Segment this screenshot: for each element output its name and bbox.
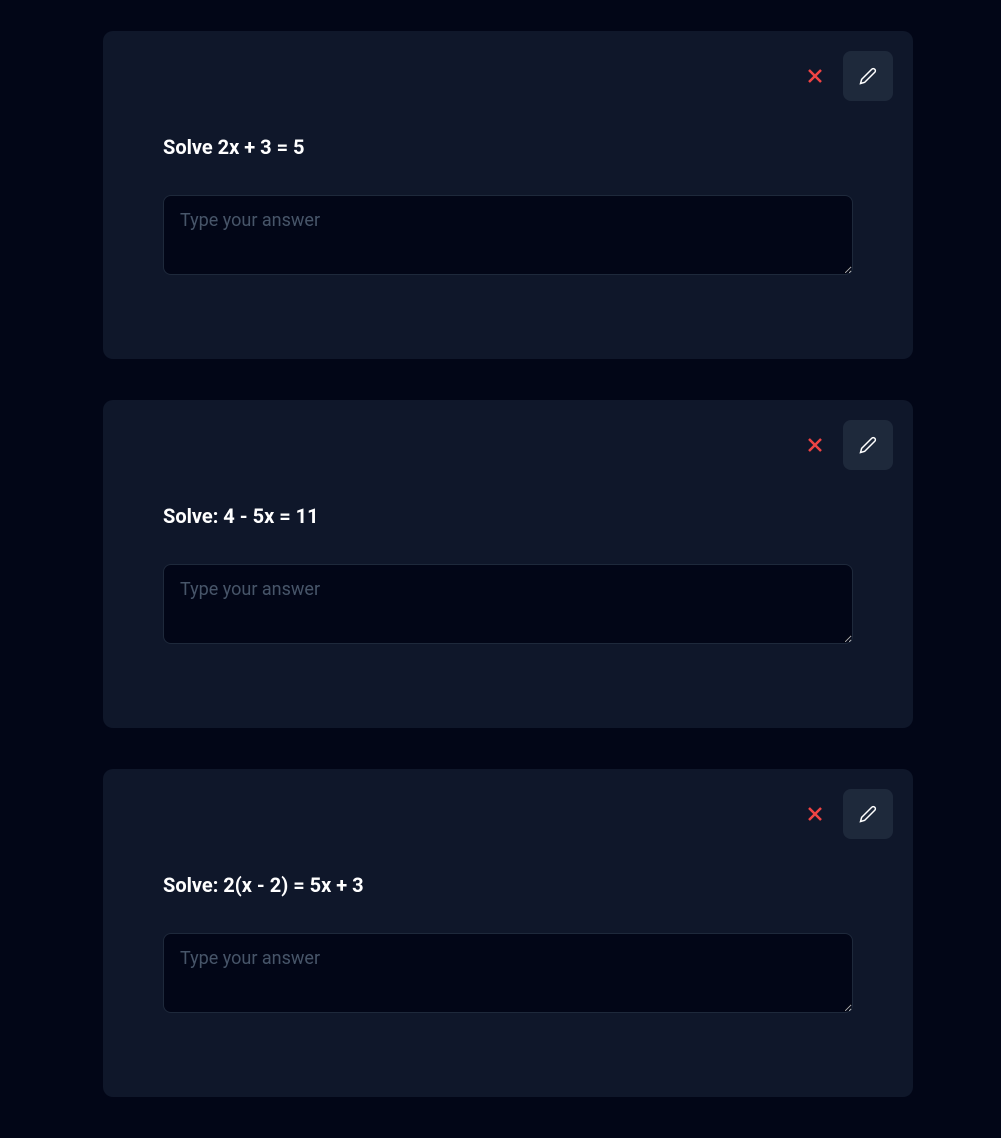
card-header	[123, 789, 893, 839]
close-button[interactable]	[807, 806, 823, 822]
close-button[interactable]	[807, 68, 823, 84]
question-card: Solve: 2(x - 2) = 5x + 3	[103, 769, 913, 1097]
card-header	[123, 420, 893, 470]
answer-input[interactable]	[163, 564, 853, 644]
card-content: Solve: 4 - 5x = 11	[123, 470, 893, 708]
edit-button[interactable]	[843, 51, 893, 101]
question-card: Solve 2x + 3 = 5	[103, 31, 913, 359]
close-button[interactable]	[807, 437, 823, 453]
close-icon	[808, 807, 822, 821]
close-icon	[808, 438, 822, 452]
edit-button[interactable]	[843, 789, 893, 839]
answer-input[interactable]	[163, 933, 853, 1013]
question-title: Solve: 2(x - 2) = 5x + 3	[163, 873, 853, 897]
question-title: Solve 2x + 3 = 5	[163, 135, 853, 159]
edit-button[interactable]	[843, 420, 893, 470]
card-content: Solve 2x + 3 = 5	[123, 101, 893, 339]
card-header	[123, 51, 893, 101]
answer-input[interactable]	[163, 195, 853, 275]
question-title: Solve: 4 - 5x = 11	[163, 504, 853, 528]
pencil-icon	[859, 436, 877, 454]
pencil-icon	[859, 67, 877, 85]
card-content: Solve: 2(x - 2) = 5x + 3	[123, 839, 893, 1077]
close-icon	[808, 69, 822, 83]
pencil-icon	[859, 805, 877, 823]
question-card: Solve: 4 - 5x = 11	[103, 400, 913, 728]
